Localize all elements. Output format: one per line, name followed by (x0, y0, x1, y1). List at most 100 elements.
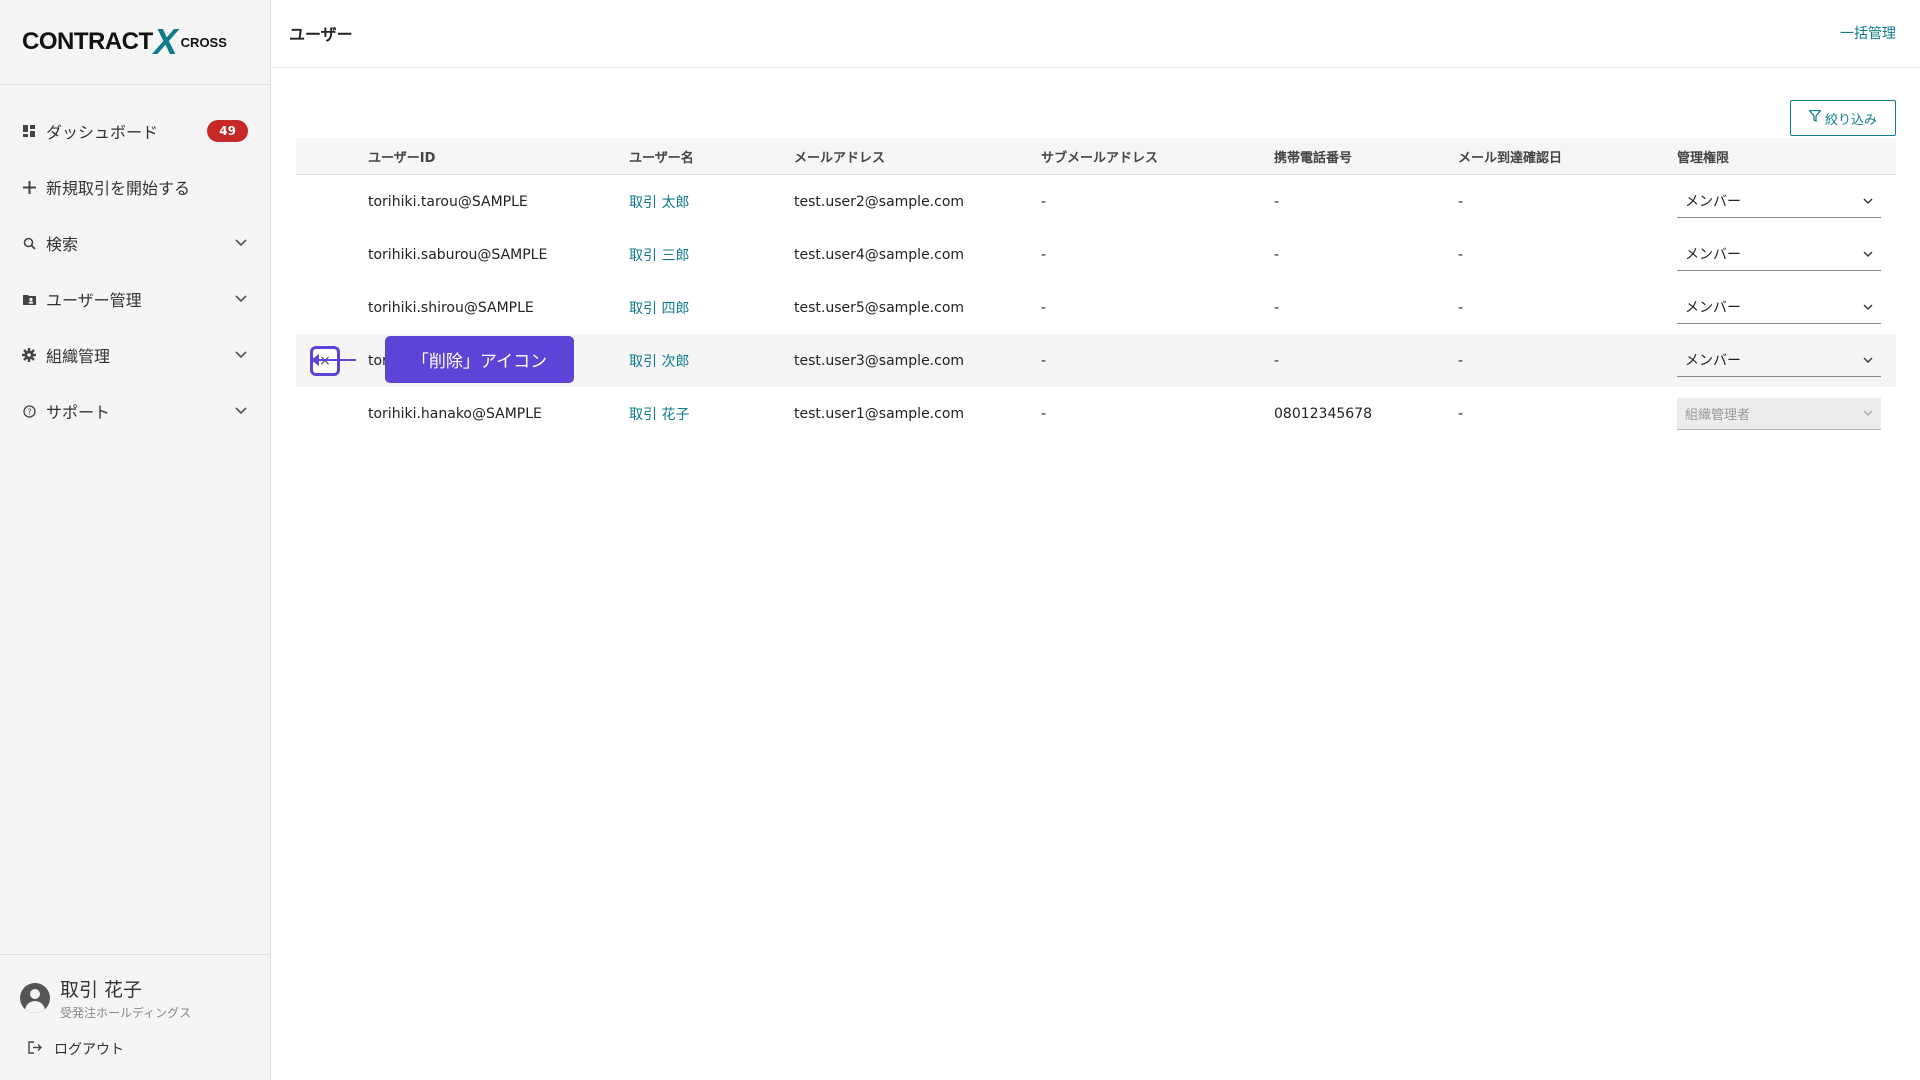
sidebar-item-org-management[interactable]: 組織管理 (0, 327, 270, 383)
sidebar-item-label: 検索 (46, 235, 79, 254)
email-cell: test.user3@sample.com (794, 352, 965, 369)
phone-cell: - (1274, 299, 1280, 316)
help-icon: ? (20, 404, 38, 418)
chevron-down-icon (1863, 406, 1873, 421)
delete-glyph: × (319, 353, 331, 369)
sidebar-item-label: ダッシュボード (46, 123, 159, 142)
annotation-callout: 「削除」アイコン (385, 336, 574, 383)
email-cell: test.user5@sample.com (794, 299, 965, 316)
user-id-cell: torihiki.tarou@SAMPLE (368, 193, 528, 210)
user-name: 取引 花子 (60, 979, 143, 1001)
sidebar-item-label: 新規取引を開始する (46, 179, 191, 198)
sidebar-item-new-deal[interactable]: 新規取引を開始する (0, 159, 270, 215)
filter-row: 絞り込み (272, 68, 1920, 136)
role-select[interactable]: メンバー (1677, 186, 1881, 218)
role-select[interactable]: メンバー (1677, 239, 1881, 271)
user-name-link[interactable]: 取引 太郎 (629, 195, 689, 211)
confirm-date-cell: - (1458, 405, 1464, 422)
callout-arrow (311, 354, 356, 366)
sidebar-footer: 取引 花子 受発注ホールディングス ログアウト (0, 954, 271, 1080)
current-user[interactable]: 取引 花子 受発注ホールディングス (0, 955, 271, 1021)
phone-cell: - (1274, 193, 1280, 210)
email-cell: test.user1@sample.com (794, 405, 965, 422)
sidebar-item-label: ユーザー管理 (46, 291, 142, 310)
role-select-value: メンバー (1685, 300, 1741, 316)
user-name-link[interactable]: 取引 次郎 (629, 354, 689, 370)
phone-cell: - (1274, 246, 1280, 263)
plus-icon (20, 180, 38, 194)
filter-button[interactable]: 絞り込み (1790, 100, 1896, 136)
users-table: ユーザーID ユーザー名 メールアドレス サブメールアドレス 携帯電話番号 メー… (296, 138, 1896, 440)
column-header-email: メールアドレス (794, 150, 886, 166)
chevron-down-icon (1863, 299, 1873, 315)
folder-user-icon (20, 294, 38, 305)
table-row: torihiki.shirou@SAMPLE 取引 四郎 test.user5@… (296, 281, 1896, 334)
phone-cell: 08012345678 (1274, 405, 1372, 422)
role-select[interactable]: メンバー (1677, 292, 1881, 324)
column-header-confirm-date: メール到達確認日 (1458, 150, 1563, 166)
sidebar: CONTRACT X CROSS ダッシュボード 49 新規取引を開始する 検索 (0, 0, 271, 1080)
sidebar-item-label: サポート (46, 403, 111, 422)
table-row: torihiki.tarou@SAMPLE 取引 太郎 test.user2@s… (296, 175, 1896, 228)
user-id-cell: torihiki.shirou@SAMPLE (368, 299, 534, 316)
confirm-date-cell: - (1458, 193, 1464, 210)
sidebar-item-support[interactable]: ? サポート (0, 383, 270, 439)
sidebar-item-label: 組織管理 (46, 347, 111, 366)
chevron-down-icon (1863, 246, 1873, 262)
column-header-user-id: ユーザーID (368, 150, 436, 166)
logout-label: ログアウト (54, 1042, 124, 1058)
confirm-date-cell: - (1458, 299, 1464, 316)
svg-text:?: ? (27, 407, 31, 416)
confirm-date-cell: - (1458, 246, 1464, 263)
role-select-value: メンバー (1685, 353, 1741, 369)
email-cell: test.user4@sample.com (794, 246, 965, 263)
user-id-cell: torihiki.saburou@SAMPLE (368, 246, 548, 263)
sub-email-cell: - (1041, 299, 1047, 316)
table-row: torihiki.hanako@SAMPLE 取引 花子 test.user1@… (296, 387, 1896, 440)
logout-icon (28, 1040, 42, 1058)
sidebar-item-user-management[interactable]: ユーザー管理 (0, 271, 270, 327)
chevron-down-icon[interactable] (234, 236, 248, 250)
chevron-down-icon (1863, 352, 1873, 368)
sub-email-cell: - (1041, 352, 1047, 369)
column-header-phone: 携帯電話番号 (1274, 150, 1353, 166)
table-header: ユーザーID ユーザー名 メールアドレス サブメールアドレス 携帯電話番号 メー… (296, 138, 1896, 175)
notification-badge: 49 (207, 120, 248, 142)
page-header: ユーザー 一括管理 (272, 0, 1920, 68)
chevron-down-icon (1863, 193, 1873, 209)
column-header-user-name: ユーザー名 (629, 150, 694, 166)
chevron-down-icon[interactable] (234, 348, 248, 362)
main-content: ユーザー 一括管理 絞り込み ユーザーID ユーザー名 メールアドレス サブメー… (272, 0, 1920, 1080)
role-select[interactable]: メンバー (1677, 345, 1881, 377)
gear-icon (20, 348, 38, 362)
table-row: torihiki.saburou@SAMPLE 取引 三郎 test.user4… (296, 228, 1896, 281)
avatar (20, 983, 50, 1013)
user-name-link[interactable]: 取引 花子 (629, 407, 689, 423)
sub-email-cell: - (1041, 193, 1047, 210)
user-name-link[interactable]: 取引 三郎 (629, 248, 689, 264)
column-header-sub-email: サブメールアドレス (1041, 150, 1159, 166)
user-name-link[interactable]: 取引 四郎 (629, 301, 689, 317)
sidebar-item-search[interactable]: 検索 (0, 215, 270, 271)
dashboard-icon (20, 125, 38, 137)
phone-cell: - (1274, 352, 1280, 369)
logo-sub: CROSS (180, 34, 227, 50)
role-select-value: 組織管理者 (1685, 407, 1751, 423)
filter-label: 絞り込み (1824, 112, 1877, 128)
sub-email-cell: - (1041, 405, 1047, 422)
filter-icon (1808, 109, 1822, 126)
email-cell: test.user2@sample.com (794, 193, 965, 210)
user-org: 受発注ホールディングス (60, 1006, 192, 1020)
chevron-down-icon[interactable] (234, 404, 248, 418)
logo-x: X (153, 21, 178, 62)
chevron-down-icon[interactable] (234, 292, 248, 306)
user-id-cell: torihiki.hanako@SAMPLE (368, 405, 542, 422)
confirm-date-cell: - (1458, 352, 1464, 369)
app-logo[interactable]: CONTRACT X CROSS (0, 0, 270, 85)
logout-button[interactable]: ログアウト (0, 1021, 271, 1059)
bulk-management-link[interactable]: 一括管理 (1840, 23, 1896, 43)
role-select-disabled: 組織管理者 (1677, 397, 1881, 430)
sidebar-item-dashboard[interactable]: ダッシュボード 49 (0, 103, 270, 159)
sidebar-nav: ダッシュボード 49 新規取引を開始する 検索 ユーザー管理 組織管理 ? サポ… (0, 85, 270, 439)
column-header-role: 管理権限 (1677, 150, 1730, 166)
